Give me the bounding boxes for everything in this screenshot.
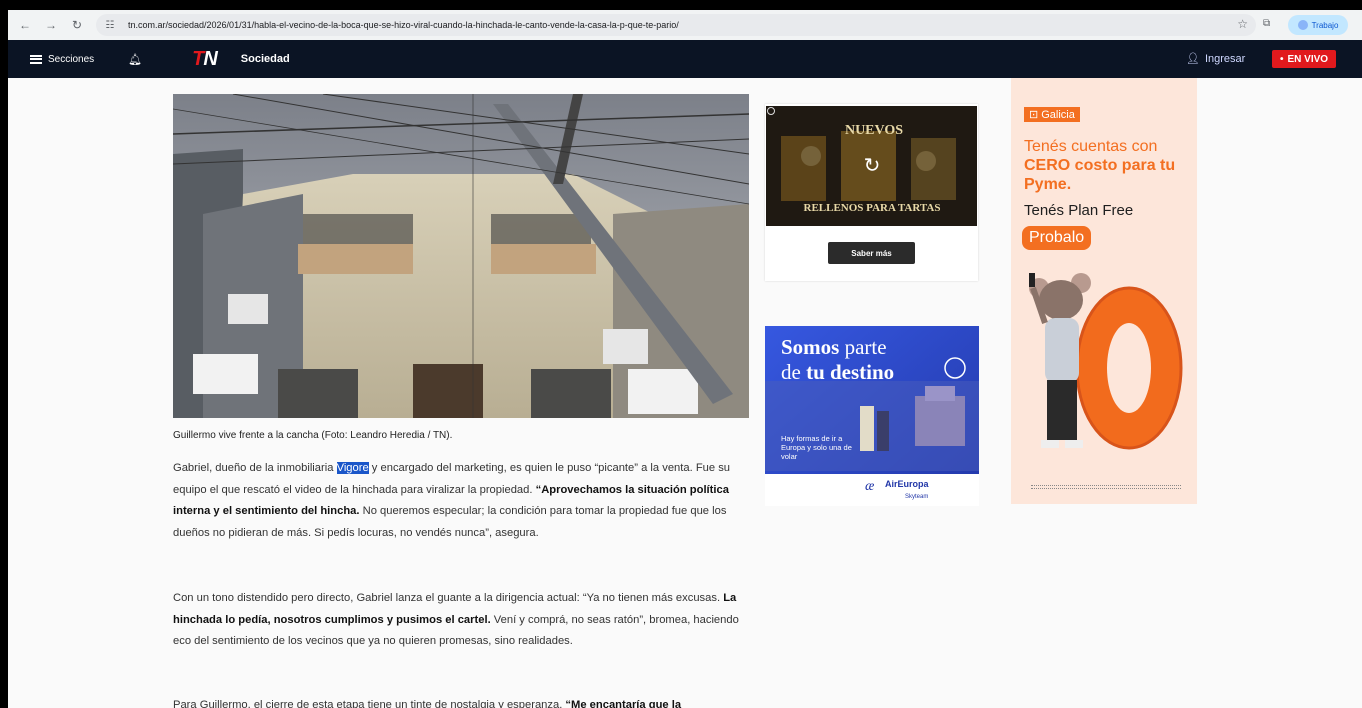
ad-rellenos-title: NUEVOS [845, 123, 903, 138]
browser-menu-icon[interactable]: ⋮ [1358, 16, 1362, 30]
back-icon[interactable]: ← [16, 16, 34, 34]
site-info-icon[interactable]: ☷ [102, 20, 118, 31]
live-dot-icon: • [1280, 53, 1284, 65]
ad-rellenos-image: NUEVOS RELLENOS PARA TARTAS ↻ [766, 106, 977, 226]
bookmark-star-icon[interactable]: ☆ [1237, 17, 1248, 31]
aireuropa-logo-icon: æ [865, 479, 875, 494]
ad-aireuropa-brand-sub: Skyteam [905, 494, 928, 500]
login-label: Ingresar [1204, 52, 1246, 65]
reload-icon[interactable]: ↻ [68, 16, 86, 34]
galicia-brand: Galicia [1041, 108, 1075, 121]
ad-aireuropa-body: Hay formas de ir a Europa y solo una de … [781, 434, 852, 461]
svg-text:Somos parte: Somos parte [781, 335, 887, 359]
replay-icon[interactable]: ↻ [864, 153, 881, 177]
extensions-icon[interactable]: ⧉ [1263, 18, 1270, 29]
photo-caption: Guillermo vive frente a la cancha (Foto:… [173, 430, 453, 441]
profile-avatar [1297, 20, 1308, 30]
live-button[interactable]: • EN VIVO [1272, 50, 1337, 68]
ad-aireuropa-headline-1a: Somos [781, 335, 839, 359]
profile-button[interactable]: Trabajo [1288, 15, 1348, 35]
site-header: Secciones 🔔︎ TN Sociedad 👤︎ Ingresar • E… [8, 40, 1362, 78]
selected-text[interactable]: Vigore [336, 462, 369, 474]
ad-rellenos-subtitle: RELLENOS PARA TARTAS [804, 202, 941, 214]
article-photo [173, 94, 749, 418]
ad-aireuropa[interactable]: Somos parte de tu destino Hay formas de … [765, 326, 979, 506]
saber-mas-button[interactable]: Saber más [828, 242, 915, 264]
ad-galicia-legal-text [1031, 485, 1181, 489]
page-content: Guillermo vive frente a la cancha (Foto:… [8, 78, 1362, 708]
profile-label: Trabajo [1311, 20, 1339, 30]
galicia-mark-icon: ⊡ [1029, 109, 1039, 121]
browser-toolbar: ← → ↻ ☷ tn.com.ar/sociedad/2026/01/31/ha… [8, 10, 1362, 40]
ad-aireuropa-headline-2a: de [781, 360, 806, 384]
mouse-character-illustration [1029, 273, 1183, 450]
ad-rellenos[interactable]: NUEVOS RELLENOS PARA TARTAS ↻ Saber más [765, 104, 978, 281]
probalo-button[interactable]: Probalo [1022, 226, 1092, 250]
ad-galicia-subline: Tenés Plan Free [1024, 202, 1134, 219]
live-label: EN VIVO [1287, 53, 1329, 65]
article-paragraph-2: Con un tono distendido pero directo, Gab… [173, 592, 739, 647]
article-paragraph-3: Para Guillermo, el cierre de esta etapa … [173, 699, 682, 708]
galicia-logo: ⊡ Galicia [1024, 107, 1080, 122]
section-title[interactable]: Sociedad [241, 53, 290, 65]
ad-aireuropa-brand: AirEuropa [885, 479, 930, 489]
forward-icon[interactable]: → [42, 16, 60, 34]
svg-text:de tu destino: de tu destino [781, 360, 894, 384]
ad-galicia[interactable]: ⊡ Galicia Tenés cuentas con CERO costo p… [1011, 78, 1197, 504]
ad-aireuropa-headline-2b: tu destino [806, 360, 894, 384]
user-icon: 👤︎ [1186, 53, 1200, 65]
tn-logo[interactable]: TN [192, 48, 218, 71]
sections-label: Secciones [48, 53, 95, 65]
ad-galicia-headline: Tenés cuentas con CERO costo para tu Pym… [1024, 138, 1176, 193]
sections-menu-button[interactable]: Secciones [30, 54, 94, 65]
hamburger-icon [30, 54, 42, 64]
login-button[interactable]: 👤︎ Ingresar [1186, 52, 1246, 66]
url-text: tn.com.ar/sociedad/2026/01/31/habla-el-v… [128, 20, 679, 30]
address-bar[interactable]: ☷ tn.com.ar/sociedad/2026/01/31/habla-el… [96, 14, 1256, 36]
bell-icon[interactable]: 🔔︎ [128, 53, 142, 66]
ad-aireuropa-headline-1b: parte [839, 335, 886, 359]
building-illustration [173, 94, 749, 418]
article-paragraph-1: Gabriel, dueño de la inmobiliaria Vigore… [173, 462, 731, 539]
